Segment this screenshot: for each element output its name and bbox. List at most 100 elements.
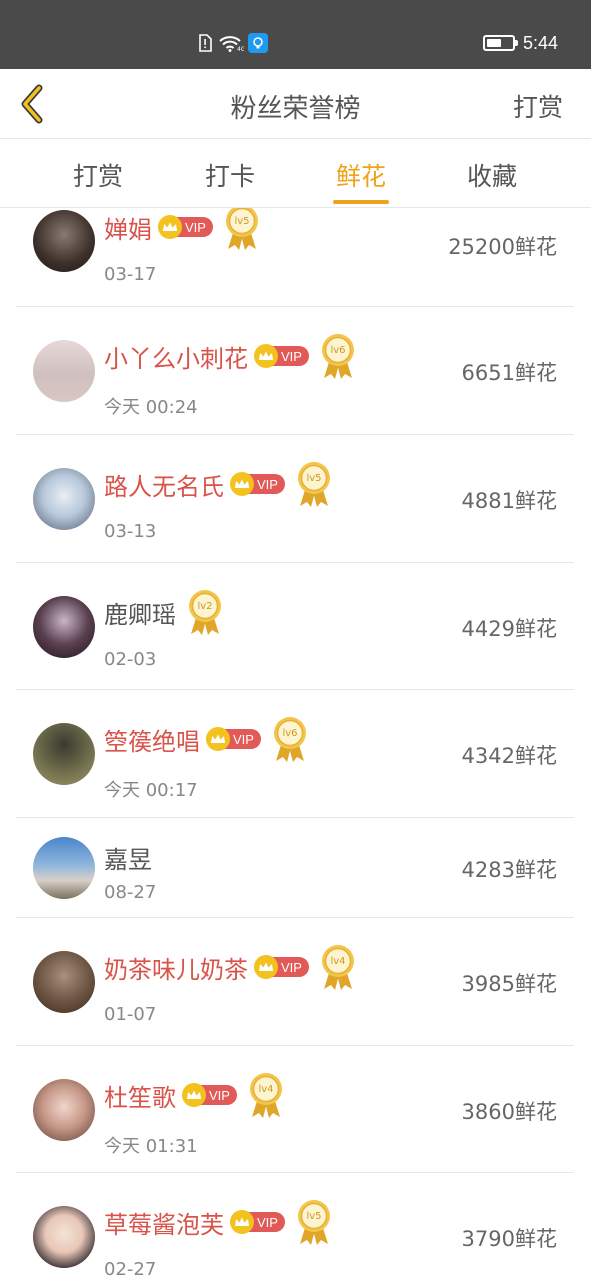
user-name[interactable]: 草莓酱泡芙 (104, 1205, 224, 1240)
vip-label: VIP (209, 1087, 230, 1103)
user-name-line: 嘉昱 (104, 840, 152, 874)
avatar[interactable] (33, 468, 95, 530)
vip-label: VIP (281, 348, 302, 364)
avatar[interactable] (33, 837, 95, 899)
user-name[interactable]: 奶茶味儿奶茶 (104, 950, 248, 985)
level-medal-icon: lv5 (295, 1198, 333, 1246)
level-medal-icon: lv5 (295, 460, 333, 508)
user-name-line: 草莓酱泡芙 VIP lv5 (104, 1200, 333, 1245)
list-item[interactable]: 婵娟 VIP lv5 03-17 25200鲜花 (16, 208, 574, 307)
avatar[interactable] (33, 340, 95, 402)
timestamp: 今天 01:31 (104, 1136, 198, 1157)
crown-icon (158, 215, 182, 239)
timestamp: 08-27 (104, 882, 157, 903)
list-item[interactable]: 杜笙歌 VIP lv4 今天 01:31 3860鲜花 (16, 1046, 574, 1173)
vip-badge: VIP (158, 215, 213, 239)
crown-icon (230, 472, 254, 496)
level-medal-icon: lv2 (186, 588, 224, 636)
flower-count: 4283鲜花 (461, 858, 557, 882)
crown-icon (182, 1083, 206, 1107)
timestamp: 03-17 (104, 264, 157, 285)
user-name[interactable]: 小丫么小刺花 (104, 339, 248, 374)
flower-count: 3790鲜花 (461, 1227, 557, 1251)
vip-badge: VIP (230, 1210, 285, 1234)
svg-text:4G: 4G (237, 46, 244, 52)
avatar[interactable] (33, 596, 95, 658)
tab-favorites[interactable]: 收藏 (452, 157, 532, 193)
list-item[interactable]: 奶茶味儿奶茶 VIP lv4 01-07 3985鲜花 (16, 918, 574, 1046)
vip-label: VIP (233, 731, 254, 747)
list-item[interactable]: 箜篌绝唱 VIP lv6 今天 00:17 4342鲜花 (16, 690, 574, 818)
vip-badge: VIP (254, 955, 309, 979)
flower-count: 3985鲜花 (461, 972, 557, 996)
list-item[interactable]: 草莓酱泡芙 VIP lv5 02-27 3790鲜花 (16, 1173, 574, 1280)
status-icons: 4G (196, 32, 268, 54)
tab-label: 打卡 (204, 162, 255, 191)
timestamp: 02-27 (104, 1259, 157, 1280)
vip-label: VIP (257, 1214, 278, 1230)
level-medal-icon: lv5 (223, 208, 261, 251)
tab-reward[interactable]: 打赏 (58, 157, 138, 193)
user-name-line: 鹿卿瑶 lv2 (104, 590, 224, 635)
svg-text:lv5: lv5 (306, 473, 321, 484)
level-medal-icon: lv4 (319, 943, 357, 991)
svg-text:lv4: lv4 (258, 1084, 273, 1095)
list-item[interactable]: 小丫么小刺花 VIP lv6 今天 00:24 6651鲜花 (16, 307, 574, 435)
list-item[interactable]: 嘉昱 08-27 4283鲜花 (16, 818, 574, 918)
avatar[interactable] (33, 1079, 95, 1141)
user-name-line: 箜篌绝唱 VIP lv6 (104, 717, 309, 762)
tab-active-indicator (333, 200, 389, 204)
tab-flowers[interactable]: 鲜花 (321, 157, 401, 204)
user-name-line: 路人无名氏 VIP lv5 (104, 462, 333, 507)
list-item[interactable]: 鹿卿瑶 lv2 02-03 4429鲜花 (16, 563, 574, 690)
flower-count: 4342鲜花 (461, 744, 557, 768)
tab-label: 鲜花 (335, 162, 386, 191)
list-item[interactable]: 路人无名氏 VIP lv5 03-13 4881鲜花 (16, 435, 574, 563)
user-name[interactable]: 路人无名氏 (104, 467, 224, 502)
avatar[interactable] (33, 210, 95, 272)
svg-text:lv5: lv5 (234, 216, 249, 227)
wifi-icon: 4G (218, 33, 244, 53)
svg-text:lv4: lv4 (330, 956, 345, 967)
status-right: 5:44 (482, 32, 558, 54)
level-medal-icon: lv6 (271, 715, 309, 763)
svg-text:lv5: lv5 (306, 1211, 321, 1222)
level-medal-icon: lv4 (247, 1071, 285, 1119)
level-medal-icon: lv6 (319, 332, 357, 380)
crown-icon (254, 955, 278, 979)
app-notification-icon (248, 33, 268, 53)
flower-count: 4881鲜花 (461, 489, 557, 513)
tab-label: 收藏 (466, 162, 517, 191)
vip-label: VIP (281, 959, 302, 975)
vip-badge: VIP (230, 472, 285, 496)
timestamp: 今天 00:24 (104, 397, 198, 418)
clock: 5:44 (522, 32, 558, 53)
user-name[interactable]: 鹿卿瑶 (104, 595, 176, 630)
sim-alert-icon (196, 33, 214, 53)
user-name[interactable]: 婵娟 (104, 210, 152, 245)
flower-count: 4429鲜花 (461, 617, 557, 641)
fan-ranking-list: 婵娟 VIP lv5 03-17 25200鲜花小丫么小刺花 VIP lv6 今天 00:24… (0, 208, 591, 1280)
flower-count: 25200鲜花 (448, 235, 557, 259)
crown-icon (206, 727, 230, 751)
vip-label: VIP (257, 476, 278, 492)
avatar[interactable] (33, 951, 95, 1013)
user-name-line: 奶茶味儿奶茶 VIP lv4 (104, 945, 357, 990)
battery-level (486, 39, 502, 47)
header: 粉丝荣誉榜 打赏 (0, 69, 591, 139)
user-name[interactable]: 嘉昱 (104, 840, 152, 875)
timestamp: 02-03 (104, 649, 157, 670)
user-name-line: 小丫么小刺花 VIP lv6 (104, 334, 357, 379)
avatar[interactable] (33, 723, 95, 785)
vip-label: VIP (185, 219, 206, 235)
vip-badge: VIP (206, 727, 261, 751)
user-name-line: 婵娟 VIP lv5 (104, 208, 261, 250)
tab-checkin[interactable]: 打卡 (190, 157, 270, 193)
user-name[interactable]: 杜笙歌 (104, 1078, 176, 1113)
reward-button[interactable]: 打赏 (513, 88, 563, 124)
svg-text:lv6: lv6 (282, 728, 297, 739)
svg-text:lv6: lv6 (330, 345, 345, 356)
avatar[interactable] (33, 1206, 95, 1268)
user-name[interactable]: 箜篌绝唱 (104, 722, 200, 757)
vip-badge: VIP (254, 344, 309, 368)
